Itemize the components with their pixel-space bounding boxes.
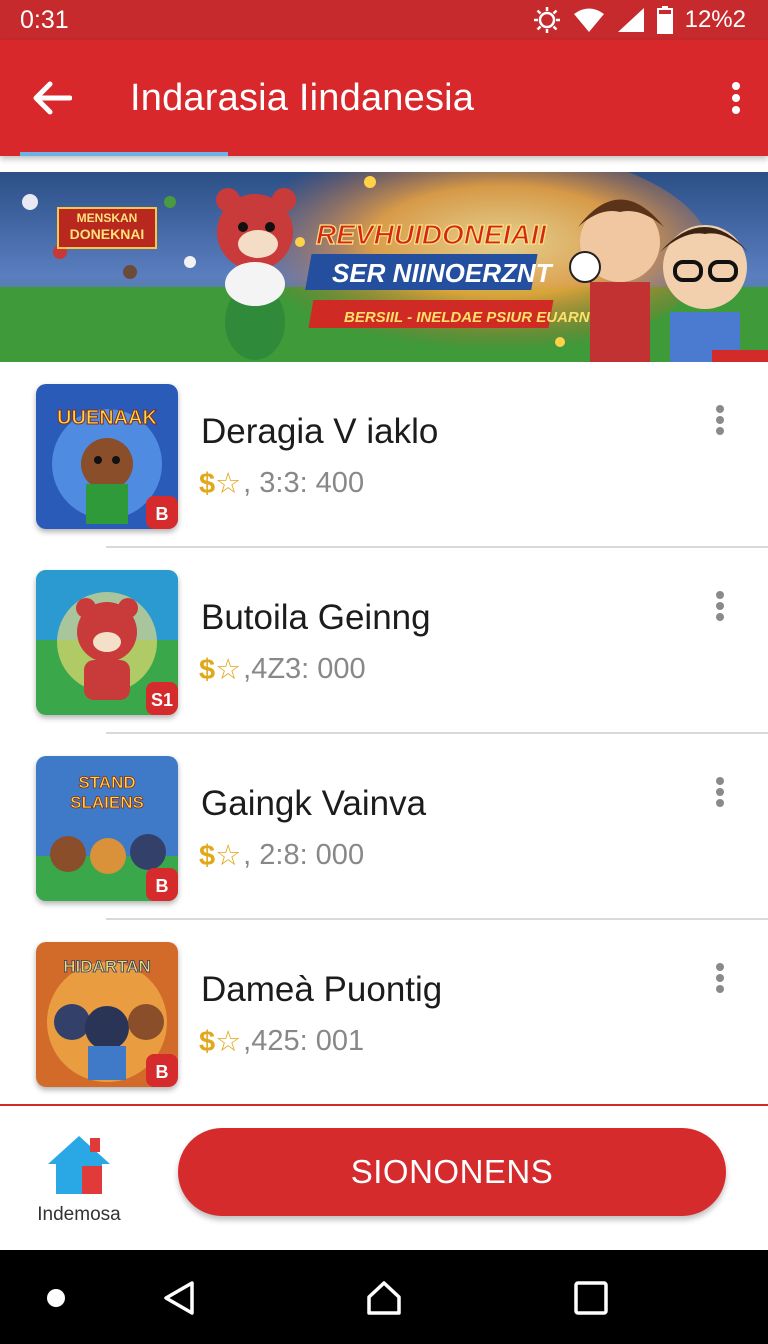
item-more-button[interactable] [700,770,740,814]
game-title: Gaingk Vainva [201,784,427,823]
banner-headline: REVHUIDONEIAII [316,219,547,250]
game-list: UUENAAK B Deragia V iaklo $☆ , 3:3: 400 … [0,362,768,1106]
overflow-menu-button[interactable] [704,40,768,156]
recents-square-icon[interactable] [574,1281,608,1315]
status-icons: 12%2 [533,6,746,34]
home-nav-button[interactable]: Indemosa [28,1128,130,1228]
home-nav-label: Indemosa [37,1204,121,1225]
svg-text:SLAIENS: SLAIENS [70,793,144,812]
brightness-icon [533,6,561,34]
dot-icon[interactable] [46,1288,66,1308]
battery-percent: 12%2 [684,6,746,33]
item-more-button[interactable] [700,584,740,628]
price-star-icon: $☆ [199,654,242,686]
svg-text:STAND: STAND [78,773,135,792]
game-thumbnail: STAND SLAIENS B [36,756,178,901]
price-star-icon: $☆ [199,840,242,872]
promo-banner[interactable]: MENSKAN DONEKNAI REVHUIDONEIAII SER NIIN… [0,172,768,362]
price-value: ,4Z3: 000 [243,653,366,685]
more-vert-icon [716,963,724,993]
list-item[interactable]: UUENAAK B Deragia V iaklo $☆ , 3:3: 400 [0,362,768,548]
game-thumbnail: HIDARTAN B [36,942,178,1087]
list-item[interactable]: S1 Butoila Geinng $☆ ,4Z3: 000 [0,548,768,734]
battery-icon [656,6,673,34]
back-button[interactable] [2,40,102,156]
app-bar: Indarasia Iindanesia [0,40,768,156]
list-item[interactable]: HIDARTAN B Dameà Puontig $☆ ,425: 001 [0,920,768,1106]
game-price: $☆ , 2:8: 000 [199,838,364,873]
home-nav-icon[interactable] [366,1280,402,1316]
item-more-button[interactable] [700,956,740,1000]
game-title: Butoila Geinng [201,598,431,637]
game-price: $☆ , 3:3: 400 [199,466,364,501]
svg-text:B: B [156,876,169,896]
svg-text:B: B [156,504,169,524]
more-vert-icon [716,591,724,621]
signal-icon [617,7,645,33]
item-more-button[interactable] [700,398,740,442]
bottom-bar: Indemosa SIONONENS [0,1106,768,1250]
home-icon [48,1136,110,1194]
svg-text:HIDARTAN: HIDARTAN [63,957,151,976]
primary-action-button[interactable]: SIONONENS [178,1128,726,1216]
more-vert-icon [716,777,724,807]
banner-subheadline: SER NIINOERZNT [332,258,554,288]
banner-badge-line1: MENSKAN [77,211,138,225]
more-vert-icon [732,82,740,114]
game-title: Dameà Puontig [201,970,443,1009]
back-triangle-icon[interactable] [162,1280,196,1316]
tab-indicator [20,152,228,156]
svg-text:UUENAAK: UUENAAK [57,407,158,429]
price-star-icon: $☆ [199,468,242,500]
status-time: 0:31 [20,5,69,34]
game-price: $☆ ,4Z3: 000 [199,652,366,687]
game-thumbnail: UUENAAK B [36,384,178,529]
banner-tagline: BERSIIL - INELDAE PSIUR EUARN [344,309,591,326]
page-title: Indarasia Iindanesia [130,76,475,119]
arrow-left-icon [33,81,72,115]
game-thumbnail: S1 [36,570,178,715]
svg-text:S1: S1 [151,690,173,710]
wifi-icon [573,7,605,33]
price-star-icon: $☆ [199,1026,242,1058]
banner-badge: MENSKAN DONEKNAI [57,207,157,249]
list-item[interactable]: STAND SLAIENS B Gaingk Vainva $☆ , 2:8: … [0,734,768,920]
more-vert-icon [716,405,724,435]
price-value: , 3:3: 400 [243,467,365,499]
game-price: $☆ ,425: 001 [199,1024,364,1059]
price-value: , 2:8: 000 [243,839,365,871]
banner-badge-line2: DONEKNAI [70,226,145,242]
status-bar: 0:31 12%2 [0,0,768,40]
price-value: ,425: 001 [243,1025,365,1057]
game-title: Deragia V iaklo [201,412,439,451]
svg-text:B: B [156,1062,169,1082]
system-nav-bar [0,1250,768,1344]
